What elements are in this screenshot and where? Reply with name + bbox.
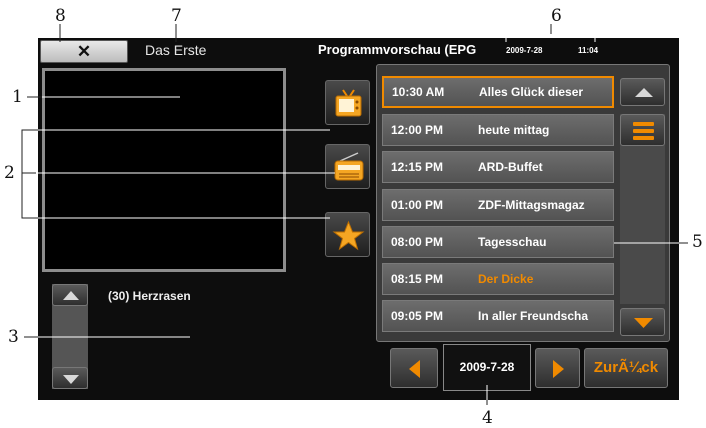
current-date: 2009-7-28 bbox=[443, 344, 531, 391]
program-time: 09:05 PM bbox=[391, 309, 444, 323]
program-row[interactable]: 08:00 PM Tagesschau bbox=[382, 226, 614, 258]
list-scroll-thumb[interactable] bbox=[620, 114, 665, 146]
channel-name: Das Erste bbox=[145, 42, 207, 58]
program-name: heute mittag bbox=[478, 123, 550, 137]
scroll-down-icon bbox=[634, 318, 653, 328]
radio-icon bbox=[334, 152, 364, 181]
video-preview[interactable] bbox=[42, 68, 286, 272]
scroll-up-icon bbox=[635, 88, 653, 97]
callout-2: 2 bbox=[4, 163, 15, 183]
description-scroll-up-button[interactable] bbox=[52, 284, 88, 306]
program-name: Der Dicke bbox=[478, 272, 534, 286]
header-time: 11:04 bbox=[578, 46, 599, 55]
callout-7: 7 bbox=[171, 6, 182, 26]
list-scroll-up-button[interactable] bbox=[620, 78, 665, 106]
program-time: 01:00 PM bbox=[391, 198, 444, 212]
program-time: 12:00 PM bbox=[391, 123, 444, 137]
tv-icon bbox=[335, 89, 362, 117]
program-name: In aller Freundscha bbox=[478, 309, 589, 323]
previous-day-button[interactable] bbox=[390, 348, 438, 388]
callout-1: 1 bbox=[12, 87, 23, 107]
star-icon bbox=[332, 220, 365, 251]
scroll-up-icon bbox=[63, 291, 79, 300]
program-row[interactable]: 01:00 PM ZDF-Mittagsmagaz bbox=[382, 189, 614, 221]
callout-6: 6 bbox=[551, 6, 562, 26]
description-scrollbar[interactable] bbox=[52, 284, 88, 389]
program-name: ARD-Buffet bbox=[478, 160, 543, 174]
prev-arrow-icon bbox=[409, 360, 420, 378]
program-row[interactable]: 12:15 PM ARD-Buffet bbox=[382, 151, 614, 183]
radio-mode-button[interactable] bbox=[325, 144, 370, 189]
program-row[interactable]: 10:30 AM Alles Glück dieser bbox=[382, 76, 614, 108]
callout-8: 8 bbox=[55, 6, 66, 26]
header-date: 2009-7-28 bbox=[506, 46, 543, 55]
favorites-button[interactable] bbox=[325, 212, 370, 257]
next-day-button[interactable] bbox=[535, 348, 580, 388]
program-time: 12:15 PM bbox=[391, 160, 444, 174]
program-time: 08:15 PM bbox=[391, 272, 444, 286]
callout-4: 4 bbox=[482, 408, 493, 428]
scroll-menu-icon bbox=[633, 122, 654, 140]
list-scroll-down-button[interactable] bbox=[620, 308, 665, 336]
epg-screen: ✕ Das Erste Programmvorschau (EPG 2009-7… bbox=[38, 38, 679, 400]
program-name: Alles Glück dieser bbox=[479, 85, 584, 99]
back-button[interactable]: ZurÃ¼ck bbox=[584, 348, 668, 388]
callout-3: 3 bbox=[8, 327, 19, 347]
callout-5: 5 bbox=[692, 232, 703, 252]
close-button[interactable]: ✕ bbox=[40, 40, 128, 63]
program-row[interactable]: 08:15 PM Der Dicke bbox=[382, 263, 614, 295]
program-name: Tagesschau bbox=[478, 235, 547, 249]
program-time: 10:30 AM bbox=[392, 85, 445, 99]
close-icon: ✕ bbox=[76, 42, 92, 61]
scroll-down-icon bbox=[63, 375, 79, 384]
tv-mode-button[interactable] bbox=[325, 80, 370, 125]
next-arrow-icon bbox=[553, 360, 564, 378]
program-row[interactable]: 12:00 PM heute mittag bbox=[382, 114, 614, 146]
program-row[interactable]: 09:05 PM In aller Freundscha bbox=[382, 300, 614, 332]
program-time: 08:00 PM bbox=[391, 235, 444, 249]
description-title: (30) Herzrasen bbox=[108, 289, 191, 303]
program-name: ZDF-Mittagsmagaz bbox=[478, 198, 585, 212]
page-title: Programmvorschau (EPG bbox=[318, 42, 477, 57]
description-scroll-down-button[interactable] bbox=[52, 367, 88, 389]
